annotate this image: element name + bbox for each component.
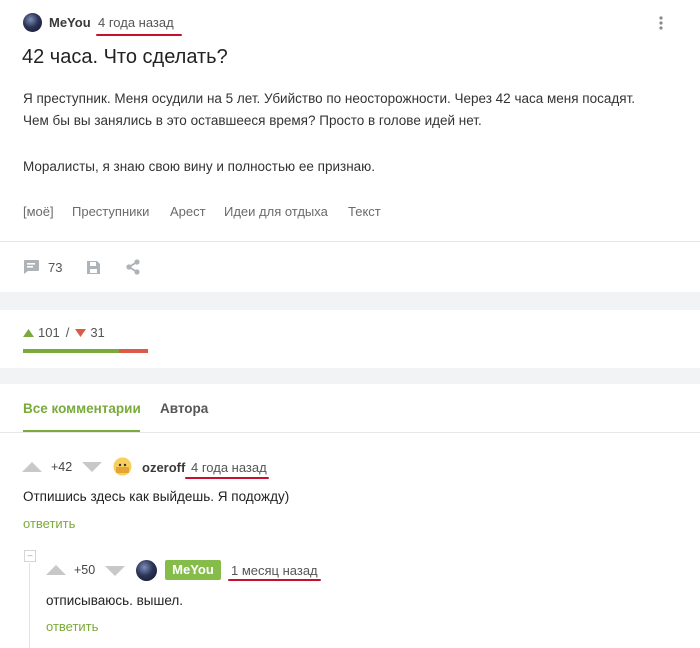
- upvote-icon[interactable]: [23, 328, 34, 337]
- tag-tekst[interactable]: Текст: [348, 204, 381, 219]
- thread-line: [29, 563, 30, 648]
- post-body-line: Чем бы вы занялись в это оставшееся врем…: [23, 113, 482, 128]
- reply-button[interactable]: ответить: [23, 516, 75, 531]
- post-author-avatar[interactable]: [23, 13, 42, 32]
- collapse-symbol: –: [27, 550, 33, 560]
- share-icon[interactable]: [125, 259, 141, 275]
- comment-score: +42: [51, 460, 73, 474]
- comment-time-underline: [185, 477, 269, 479]
- comment-time: 4 года назад: [191, 460, 267, 475]
- author-badge[interactable]: MeYou: [165, 560, 221, 580]
- comment-time: 1 месяц назад: [231, 563, 318, 578]
- comment-author-avatar[interactable]: [136, 560, 157, 581]
- post-time-underline: [96, 34, 182, 36]
- post-body-line: Я преступник. Меня осудили на 5 лет. Уби…: [23, 91, 636, 106]
- save-icon[interactable]: [86, 260, 101, 275]
- thread-collapse-button[interactable]: –: [24, 550, 36, 562]
- section-gap: [0, 368, 700, 384]
- comment-text: Отпишись здесь как выйдешь. Я подожду): [23, 489, 290, 504]
- comment-text: отписываюсь. вышел.: [46, 593, 184, 608]
- downvote-icon[interactable]: [105, 566, 125, 576]
- rating-bar-down: [118, 349, 148, 353]
- reply-button[interactable]: ответить: [46, 619, 98, 634]
- rating-bar: [23, 349, 148, 353]
- downvote-icon[interactable]: [82, 462, 102, 472]
- tab-author[interactable]: Автора: [160, 401, 208, 416]
- tag-idei-dlya-otdyha[interactable]: Идеи для отдыха: [224, 204, 328, 219]
- comments-count[interactable]: 73: [48, 260, 62, 275]
- rating-separator: /: [65, 325, 70, 340]
- post-author-name[interactable]: MeYou: [49, 15, 91, 30]
- rating-bar-up: [23, 349, 119, 353]
- downvote-icon[interactable]: [75, 328, 87, 337]
- comment-author-name[interactable]: ozeroff: [142, 460, 185, 475]
- tag-moe[interactable]: [моё]: [23, 204, 54, 219]
- section-gap: [0, 292, 700, 310]
- post-body-line: Моралисты, я знаю свою вину и полностью …: [23, 159, 376, 174]
- divider: [0, 241, 700, 242]
- comment-icon[interactable]: [22, 259, 40, 275]
- comment-time-underline: [228, 579, 321, 581]
- tag-arest[interactable]: Арест: [170, 204, 206, 219]
- comment-author-avatar[interactable]: [113, 457, 132, 476]
- post-time: 4 года назад: [98, 15, 174, 30]
- rating-up: 101: [38, 325, 60, 340]
- rating-row: 101 / 31: [23, 325, 105, 340]
- tab-all-comments[interactable]: Все комментарии: [23, 401, 141, 416]
- divider: [0, 432, 700, 433]
- post-body: Я преступник. Меня осудили на 5 лет. Уби…: [23, 88, 688, 178]
- comment-author-name: MeYou: [172, 562, 214, 577]
- more-vertical-icon[interactable]: [654, 15, 668, 31]
- rating-down: 31: [90, 325, 105, 340]
- post-title[interactable]: 42 часа. Что сделать?: [22, 46, 228, 69]
- upvote-icon[interactable]: [22, 462, 42, 472]
- upvote-icon[interactable]: [46, 565, 66, 575]
- comment-score: +50: [74, 563, 96, 577]
- tag-prestupniki[interactable]: Преступники: [72, 204, 149, 219]
